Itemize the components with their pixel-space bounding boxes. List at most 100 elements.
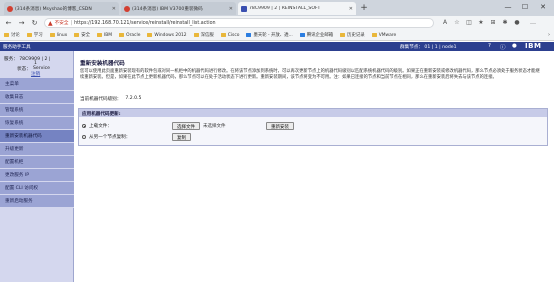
bookmark-ibm[interactable]: IBM (97, 33, 112, 38)
upload-file-radio[interactable] (82, 124, 86, 128)
sidebar-item-manage-system[interactable]: 管理系统 (0, 104, 74, 117)
copy-from-node-row: 从另一个节点复制： 复制 (82, 133, 191, 141)
bookmark-tencent-mail[interactable]: 腾讯企业邮箱 (299, 32, 333, 38)
bookmark-oracle[interactable]: Oracle (119, 33, 140, 38)
bookmark-windows-2012[interactable]: Windows 2012 (147, 33, 187, 38)
sidebar-item-configure-enclosure[interactable]: 配置机柜 (0, 156, 74, 169)
folder-icon (147, 33, 153, 37)
folder-icon (4, 33, 9, 37)
tab-title: (314条消息) Msyshao的博客_CSDN (15, 6, 92, 12)
bookmark-vmware[interactable]: VMware (371, 33, 396, 38)
profile-icon[interactable]: ● (512, 18, 522, 28)
read-aloud-icon[interactable]: A (440, 18, 450, 28)
page-description: 您可以使用此页面重新安装现有的软件包或对同一机柜中的机器代码进行修改。在将该节点… (80, 69, 540, 81)
app-header: 服务助手工具 群集节点： 01 | 1 | node1 ? ⓘ ● IBM (0, 42, 554, 51)
extensions-icon[interactable]: ✱ (500, 18, 510, 28)
page-title: 重新安装机器代码 (80, 61, 125, 67)
folder-icon (74, 33, 80, 37)
collections-icon[interactable]: ⊞ (488, 18, 498, 28)
forward-arrow-icon[interactable]: → (16, 17, 27, 29)
upload-file-label: 上载文件： (89, 124, 112, 129)
minimize-button[interactable]: — (500, 1, 516, 13)
copy-button[interactable]: 复制 (172, 133, 191, 141)
logout-link[interactable]: 注销 (31, 71, 40, 77)
url-separator: | (70, 20, 73, 26)
folder-icon (119, 33, 125, 37)
folder-icon (340, 33, 346, 37)
address-bar: ← → ↻ ▲ 不安全 | https://192.168.70.121/ser… (0, 16, 554, 30)
bookmark-sangfor[interactable]: 深信服 (193, 32, 214, 38)
insecure-label: 不安全 (54, 21, 69, 26)
bookmarks-bar: 讨论 学习 linux 安全 IBM Oracle Windows 2012 深… (0, 30, 554, 41)
ibm-logo: IBM (525, 42, 542, 50)
tab-close-icon[interactable]: ✕ (229, 6, 233, 12)
reinstall-button[interactable]: 重新安装 (266, 122, 294, 130)
node-service-line: 服务： 78C9909 | 2 | (4, 57, 51, 62)
browser-tab-bar: (314条消息) Msyshao的博客_CSDN ✕ (314条消息) IBM … (0, 0, 554, 16)
sidebar-item-reinstall-code[interactable]: 重新安装机器代码 (0, 130, 74, 143)
tab-title: 78C9909 | 2 | REINSTALL_SOFT (249, 6, 321, 11)
tab-title: (314条消息) IBM V3700重装微码 (132, 6, 203, 12)
bookmarks-more-icon[interactable]: › (548, 32, 550, 38)
copy-from-node-label: 从另一个节点复制： (89, 135, 131, 140)
new-tab-button[interactable]: + (358, 2, 370, 14)
no-file-text: 未选择文件 (203, 124, 226, 129)
warning-icon: ▲ (48, 19, 53, 27)
url-field[interactable]: ▲ 不安全 | https://192.168.70.121/service/r… (44, 18, 434, 28)
node-status-box: 服务： 78C9909 | 2 | 1 状态： Service 注销 (0, 56, 74, 78)
upload-file-row: 上载文件： 选择文件 未选择文件 重新安装 (82, 122, 294, 130)
sidebar-item-restart-service[interactable]: 重新启动服务 (0, 195, 74, 208)
sidebar-item-upgrade[interactable]: 升级更新 (0, 143, 74, 156)
apply-update-form: 应用机器代码更新: 上载文件： 选择文件 未选择文件 重新安装 从另一个节点复制… (78, 108, 548, 146)
folder-icon (220, 33, 226, 37)
favorite-star-icon[interactable]: ☆ (452, 18, 462, 28)
current-level-label: 当前机器代码级别： (80, 97, 122, 102)
node-state-label: 状态： (17, 67, 31, 72)
split-screen-icon[interactable]: ◫ (464, 18, 474, 28)
browser-tab-csdn[interactable]: (314条消息) Msyshao的博客_CSDN ✕ (4, 2, 119, 15)
bookmark-modb[interactable]: 墨天轮 - 开放、透... (246, 32, 293, 38)
sidebar: 服务： 78C9909 | 2 | 1 状态： Service 注销 主菜单 收… (0, 51, 74, 282)
copy-from-node-radio[interactable] (82, 135, 86, 139)
sidebar-item-change-service-ip[interactable]: 更改服务 IP (0, 169, 74, 182)
sidebar-item-cli-access[interactable]: 配置 CLI 访问权 (0, 182, 74, 195)
main-content: 重新安装机器代码 您可以使用此页面重新安装现有的软件包或对同一机柜中的机器代码进… (76, 51, 550, 282)
app-title: 服务助手工具 (3, 45, 31, 50)
close-window-button[interactable]: ✕ (535, 1, 551, 13)
back-arrow-icon[interactable]: ← (3, 17, 14, 29)
bookmark-study[interactable]: 学习 (26, 32, 43, 38)
tab-close-icon[interactable]: ✕ (349, 6, 353, 12)
csdn-favicon-icon (7, 5, 13, 12)
sidebar-item-home[interactable]: 主菜单 (0, 78, 74, 91)
bookmark-cisco[interactable]: Cisco (220, 33, 239, 38)
folder-icon (371, 33, 377, 37)
info-icon[interactable]: ⓘ (500, 43, 506, 51)
bookmark-security[interactable]: 安全 (74, 32, 90, 38)
favorites-icon[interactable]: ★ (476, 18, 486, 28)
more-menu-icon[interactable]: … (528, 18, 538, 28)
sidebar-item-recover-system[interactable]: 恢复系统 (0, 117, 74, 130)
sidebar-item-collect-logs[interactable]: 收集日志 (0, 91, 74, 104)
bookmark-linux[interactable]: linux (49, 33, 67, 38)
choose-file-button[interactable]: 选择文件 (172, 122, 200, 130)
reload-icon[interactable]: ↻ (29, 17, 40, 29)
help-icon[interactable]: ? (488, 43, 491, 49)
mail-icon (299, 33, 305, 37)
folder-icon (26, 33, 32, 37)
folder-icon (193, 33, 199, 37)
csdn-favicon-icon (124, 5, 130, 12)
bookmark-discuss[interactable]: 讨论 (4, 32, 20, 38)
ibm-favicon-icon (241, 5, 247, 12)
current-level-value: 7.2.0.5 (125, 96, 142, 101)
folder-icon (97, 33, 102, 37)
maximize-button[interactable]: ☐ (517, 1, 533, 13)
url-text: https://192.168.70.121/service/reinstall… (74, 20, 216, 26)
tab-close-icon[interactable]: ✕ (112, 6, 116, 12)
browser-tab-reinstall[interactable]: 78C9909 | 2 | REINSTALL_SOFT ✕ (238, 2, 356, 15)
sidebar-nav: 主菜单 收集日志 管理系统 恢复系统 重新安装机器代码 升级更新 配置机柜 更改… (0, 78, 74, 208)
current-code-level: 当前机器代码级别： 7.2.0.5 (80, 96, 141, 102)
bookmark-history[interactable]: 历史记录 (340, 32, 365, 38)
form-header: 应用机器代码更新: (79, 109, 547, 117)
browser-tab-ibm-v3700[interactable]: (314条消息) IBM V3700重装微码 ✕ (121, 2, 236, 15)
user-icon[interactable]: ● (512, 43, 517, 49)
